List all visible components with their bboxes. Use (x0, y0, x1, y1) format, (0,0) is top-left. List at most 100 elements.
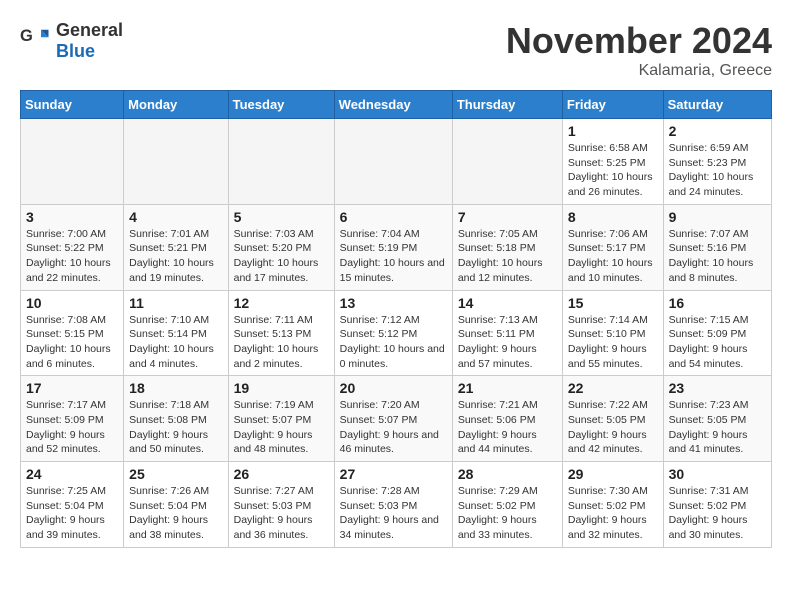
calendar-cell: 11 Sunrise: 7:10 AM Sunset: 5:14 PM Dayl… (124, 290, 228, 376)
calendar-cell: 1 Sunrise: 6:58 AM Sunset: 5:25 PM Dayli… (562, 119, 663, 205)
day-info: Sunrise: 7:26 AM Sunset: 5:04 PM Dayligh… (129, 484, 222, 543)
calendar-week-4: 17 Sunrise: 7:17 AM Sunset: 5:09 PM Dayl… (21, 376, 772, 462)
day-info: Sunrise: 7:25 AM Sunset: 5:04 PM Dayligh… (26, 484, 118, 543)
calendar-cell: 17 Sunrise: 7:17 AM Sunset: 5:09 PM Dayl… (21, 376, 124, 462)
day-number: 18 (129, 380, 222, 396)
calendar-header-row: SundayMondayTuesdayWednesdayThursdayFrid… (21, 91, 772, 119)
day-info: Sunrise: 7:08 AM Sunset: 5:15 PM Dayligh… (26, 313, 118, 372)
logo-general-text: General (56, 20, 123, 40)
logo: G General Blue (20, 20, 123, 62)
day-info: Sunrise: 7:13 AM Sunset: 5:11 PM Dayligh… (458, 313, 557, 372)
calendar-cell: 10 Sunrise: 7:08 AM Sunset: 5:15 PM Dayl… (21, 290, 124, 376)
day-info: Sunrise: 7:00 AM Sunset: 5:22 PM Dayligh… (26, 227, 118, 286)
day-number: 12 (234, 295, 329, 311)
calendar-cell (228, 119, 334, 205)
day-info: Sunrise: 7:29 AM Sunset: 5:02 PM Dayligh… (458, 484, 557, 543)
calendar-cell: 18 Sunrise: 7:18 AM Sunset: 5:08 PM Dayl… (124, 376, 228, 462)
day-info: Sunrise: 7:01 AM Sunset: 5:21 PM Dayligh… (129, 227, 222, 286)
day-number: 26 (234, 466, 329, 482)
day-number: 4 (129, 209, 222, 225)
day-number: 2 (669, 123, 766, 139)
day-info: Sunrise: 7:03 AM Sunset: 5:20 PM Dayligh… (234, 227, 329, 286)
day-number: 21 (458, 380, 557, 396)
calendar-week-2: 3 Sunrise: 7:00 AM Sunset: 5:22 PM Dayli… (21, 204, 772, 290)
day-number: 6 (340, 209, 447, 225)
calendar-cell: 7 Sunrise: 7:05 AM Sunset: 5:18 PM Dayli… (452, 204, 562, 290)
calendar-cell (334, 119, 452, 205)
calendar-table: SundayMondayTuesdayWednesdayThursdayFrid… (20, 90, 772, 548)
calendar-cell: 20 Sunrise: 7:20 AM Sunset: 5:07 PM Dayl… (334, 376, 452, 462)
day-info: Sunrise: 7:14 AM Sunset: 5:10 PM Dayligh… (568, 313, 658, 372)
day-info: Sunrise: 7:31 AM Sunset: 5:02 PM Dayligh… (669, 484, 766, 543)
logo-blue-text: Blue (56, 41, 95, 61)
day-number: 29 (568, 466, 658, 482)
day-number: 23 (669, 380, 766, 396)
svg-text:G: G (20, 27, 33, 45)
calendar-cell (124, 119, 228, 205)
calendar-cell: 19 Sunrise: 7:19 AM Sunset: 5:07 PM Dayl… (228, 376, 334, 462)
day-number: 8 (568, 209, 658, 225)
calendar-week-5: 24 Sunrise: 7:25 AM Sunset: 5:04 PM Dayl… (21, 462, 772, 548)
calendar-cell: 24 Sunrise: 7:25 AM Sunset: 5:04 PM Dayl… (21, 462, 124, 548)
day-number: 25 (129, 466, 222, 482)
day-number: 9 (669, 209, 766, 225)
day-info: Sunrise: 7:27 AM Sunset: 5:03 PM Dayligh… (234, 484, 329, 543)
day-info: Sunrise: 7:10 AM Sunset: 5:14 PM Dayligh… (129, 313, 222, 372)
calendar-cell: 4 Sunrise: 7:01 AM Sunset: 5:21 PM Dayli… (124, 204, 228, 290)
day-info: Sunrise: 7:30 AM Sunset: 5:02 PM Dayligh… (568, 484, 658, 543)
day-info: Sunrise: 7:28 AM Sunset: 5:03 PM Dayligh… (340, 484, 447, 543)
calendar-cell (452, 119, 562, 205)
calendar-cell: 15 Sunrise: 7:14 AM Sunset: 5:10 PM Dayl… (562, 290, 663, 376)
day-info: Sunrise: 7:04 AM Sunset: 5:19 PM Dayligh… (340, 227, 447, 286)
day-number: 5 (234, 209, 329, 225)
calendar-cell: 6 Sunrise: 7:04 AM Sunset: 5:19 PM Dayli… (334, 204, 452, 290)
weekday-header-saturday: Saturday (663, 91, 771, 119)
calendar-cell: 28 Sunrise: 7:29 AM Sunset: 5:02 PM Dayl… (452, 462, 562, 548)
day-info: Sunrise: 7:15 AM Sunset: 5:09 PM Dayligh… (669, 313, 766, 372)
weekday-header-tuesday: Tuesday (228, 91, 334, 119)
calendar-cell: 5 Sunrise: 7:03 AM Sunset: 5:20 PM Dayli… (228, 204, 334, 290)
day-info: Sunrise: 7:19 AM Sunset: 5:07 PM Dayligh… (234, 398, 329, 457)
page-header: G General Blue November 2024 Kalamaria, … (20, 20, 772, 80)
calendar-cell: 22 Sunrise: 7:22 AM Sunset: 5:05 PM Dayl… (562, 376, 663, 462)
calendar-cell: 8 Sunrise: 7:06 AM Sunset: 5:17 PM Dayli… (562, 204, 663, 290)
day-number: 20 (340, 380, 447, 396)
month-title: November 2024 (506, 20, 772, 62)
weekday-header-sunday: Sunday (21, 91, 124, 119)
title-section: November 2024 Kalamaria, Greece (506, 20, 772, 80)
day-info: Sunrise: 7:06 AM Sunset: 5:17 PM Dayligh… (568, 227, 658, 286)
calendar-cell: 12 Sunrise: 7:11 AM Sunset: 5:13 PM Dayl… (228, 290, 334, 376)
day-number: 19 (234, 380, 329, 396)
day-info: Sunrise: 7:20 AM Sunset: 5:07 PM Dayligh… (340, 398, 447, 457)
day-info: Sunrise: 7:17 AM Sunset: 5:09 PM Dayligh… (26, 398, 118, 457)
calendar-cell: 30 Sunrise: 7:31 AM Sunset: 5:02 PM Dayl… (663, 462, 771, 548)
calendar-cell: 29 Sunrise: 7:30 AM Sunset: 5:02 PM Dayl… (562, 462, 663, 548)
day-number: 15 (568, 295, 658, 311)
day-info: Sunrise: 7:05 AM Sunset: 5:18 PM Dayligh… (458, 227, 557, 286)
logo-icon: G (20, 26, 50, 56)
day-info: Sunrise: 7:22 AM Sunset: 5:05 PM Dayligh… (568, 398, 658, 457)
weekday-header-friday: Friday (562, 91, 663, 119)
day-info: Sunrise: 7:07 AM Sunset: 5:16 PM Dayligh… (669, 227, 766, 286)
day-info: Sunrise: 7:18 AM Sunset: 5:08 PM Dayligh… (129, 398, 222, 457)
day-number: 11 (129, 295, 222, 311)
calendar-cell: 23 Sunrise: 7:23 AM Sunset: 5:05 PM Dayl… (663, 376, 771, 462)
day-number: 30 (669, 466, 766, 482)
day-number: 16 (669, 295, 766, 311)
calendar-week-1: 1 Sunrise: 6:58 AM Sunset: 5:25 PM Dayli… (21, 119, 772, 205)
day-info: Sunrise: 7:12 AM Sunset: 5:12 PM Dayligh… (340, 313, 447, 372)
day-number: 28 (458, 466, 557, 482)
calendar-cell (21, 119, 124, 205)
day-number: 10 (26, 295, 118, 311)
day-info: Sunrise: 7:23 AM Sunset: 5:05 PM Dayligh… (669, 398, 766, 457)
day-number: 1 (568, 123, 658, 139)
calendar-cell: 16 Sunrise: 7:15 AM Sunset: 5:09 PM Dayl… (663, 290, 771, 376)
day-number: 17 (26, 380, 118, 396)
day-number: 13 (340, 295, 447, 311)
calendar-cell: 3 Sunrise: 7:00 AM Sunset: 5:22 PM Dayli… (21, 204, 124, 290)
calendar-week-3: 10 Sunrise: 7:08 AM Sunset: 5:15 PM Dayl… (21, 290, 772, 376)
calendar-cell: 27 Sunrise: 7:28 AM Sunset: 5:03 PM Dayl… (334, 462, 452, 548)
weekday-header-wednesday: Wednesday (334, 91, 452, 119)
day-info: Sunrise: 7:21 AM Sunset: 5:06 PM Dayligh… (458, 398, 557, 457)
calendar-cell: 25 Sunrise: 7:26 AM Sunset: 5:04 PM Dayl… (124, 462, 228, 548)
